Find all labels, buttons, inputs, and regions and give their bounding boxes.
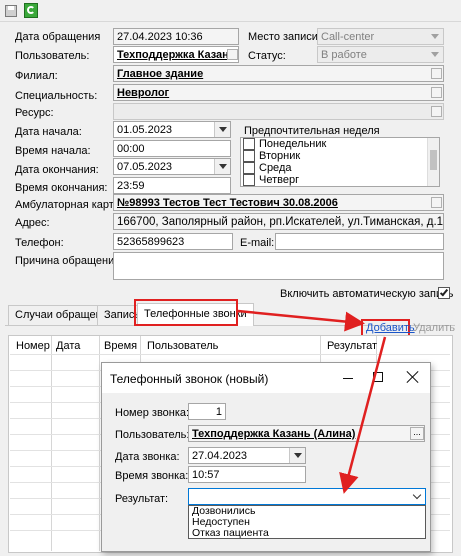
annotation-arrows	[237, 309, 387, 494]
arrow-tab-to-add	[237, 309, 365, 332]
arrow-add-to-result	[339, 336, 387, 494]
